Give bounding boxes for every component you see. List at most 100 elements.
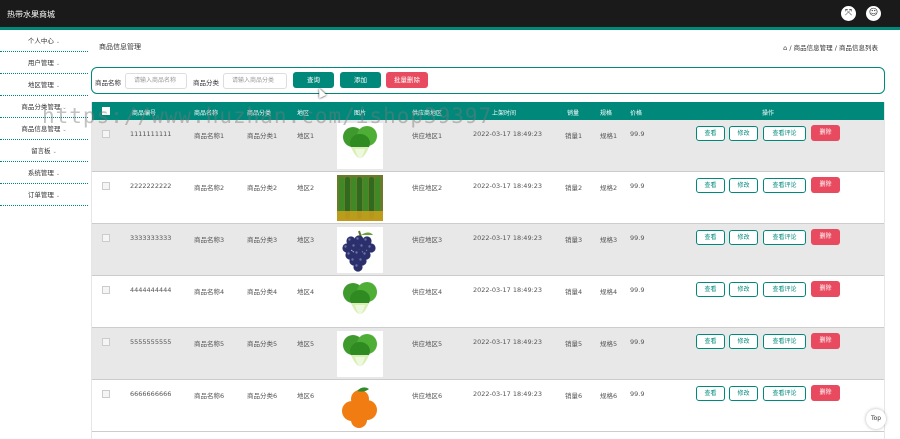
edit-button[interactable]: 修改 (729, 126, 758, 141)
row-checkbox[interactable] (102, 130, 110, 138)
table-row: 3333333333 商品名称3 商品分类3 地区3 供应地区3 2022-03-17 1… (92, 224, 884, 276)
sidebar-item-personal-center[interactable]: 个人中心 ⌄ (0, 30, 88, 52)
product-spec: 规格6 (600, 392, 618, 400)
product-image (337, 279, 383, 325)
view-comments-button[interactable]: 查看评论 (763, 126, 806, 141)
listed-time: 2022-03-17 18:49:23 (473, 182, 543, 190)
col-header[interactable]: 规格 (600, 108, 612, 117)
view-comments-button[interactable]: 查看评论 (763, 230, 806, 245)
product-price: 99.9 (630, 286, 645, 294)
view-button[interactable]: 查看 (696, 178, 725, 193)
product-category: 商品分类1 (247, 132, 278, 140)
batch-delete-button[interactable]: 批量删除 (386, 72, 428, 88)
product-price: 99.9 (630, 182, 645, 190)
view-comments-button[interactable]: 查看评论 (763, 386, 806, 401)
product-price: 99.9 (630, 390, 645, 398)
listed-time: 2022-03-17 18:49:23 (473, 234, 543, 242)
product-spec: 规格4 (600, 288, 618, 296)
chevron-down-icon: ⌄ (52, 149, 57, 155)
supplier-region: 供应地区2 (412, 184, 443, 192)
home-icon[interactable]: ⌂ (783, 44, 787, 52)
product-category: 商品分类4 (247, 288, 278, 296)
listed-time: 2022-03-17 18:49:23 (473, 338, 543, 346)
sidebar-item-label: 地区管理 (27, 81, 54, 89)
product-code: 4444444444 (130, 286, 172, 294)
product-price: 99.9 (630, 234, 645, 242)
product-region: 地区4 (297, 288, 315, 296)
view-button[interactable]: 查看 (696, 386, 725, 401)
product-region: 地区3 (297, 236, 315, 244)
row-checkbox[interactable] (102, 234, 110, 242)
product-price: 99.9 (630, 338, 645, 346)
product-name-input[interactable]: 请输入商品名称 (125, 73, 187, 89)
view-comments-button[interactable]: 查看评论 (763, 282, 806, 297)
view-comments-button[interactable]: 查看评论 (763, 334, 806, 349)
delete-button[interactable]: 删除 (811, 385, 840, 401)
product-region: 地区2 (297, 184, 315, 192)
view-button[interactable]: 查看 (696, 126, 725, 141)
sidebar-item-label: 留言板 (31, 147, 51, 155)
product-sales: 销量1 (565, 132, 583, 140)
listed-time: 2022-03-17 18:49:23 (473, 130, 543, 138)
product-region: 地区5 (297, 340, 315, 348)
delete-button[interactable]: 删除 (811, 333, 840, 349)
row-checkbox[interactable] (102, 182, 110, 190)
product-table: 商品编号 商品名称 商品分类 地区 图片 供应商地区 上架时间 销量 规格 价格… (91, 102, 885, 439)
view-button[interactable]: 查看 (696, 230, 725, 245)
edit-button[interactable]: 修改 (729, 178, 758, 193)
product-region: 地区6 (297, 392, 315, 400)
col-header[interactable]: 价格 (630, 108, 642, 117)
sidebar-item-regions[interactable]: 地区管理 ⌄ (0, 74, 88, 96)
sidebar-item-users[interactable]: 用户管理 ⌄ (0, 52, 88, 74)
edit-button[interactable]: 修改 (729, 334, 758, 349)
view-comments-button[interactable]: 查看评论 (763, 178, 806, 193)
edit-button[interactable]: 修改 (729, 386, 758, 401)
delete-button[interactable]: 删除 (811, 281, 840, 297)
listed-time: 2022-03-17 18:49:23 (473, 286, 543, 294)
product-category: 商品分类2 (247, 184, 278, 192)
sidebar-item-label: 个人中心 (27, 37, 54, 45)
product-spec: 规格2 (600, 184, 618, 192)
row-checkbox[interactable] (102, 338, 110, 346)
product-category: 商品分类3 (247, 236, 278, 244)
view-button[interactable]: 查看 (696, 282, 725, 297)
supplier-region: 供应地区4 (412, 288, 443, 296)
sidebar: 个人中心 ⌄ 用户管理 ⌄ 地区管理 ⌄ 商品分类管理 ⌄ 商品信息管理 ⌄ 留言板 ⌄ 系… (0, 30, 88, 439)
product-name: 商品名称4 (194, 288, 225, 296)
product-code: 6666666666 (130, 390, 172, 398)
row-checkbox[interactable] (102, 286, 110, 294)
supplier-region: 供应地区6 (412, 392, 443, 400)
col-header[interactable]: 上架时间 (492, 108, 516, 117)
add-button[interactable]: 添加 (340, 72, 381, 88)
product-image (337, 331, 383, 377)
app-title: 热带水果商城 (7, 10, 55, 19)
product-category-input[interactable]: 请输入商品分类 (223, 73, 287, 89)
sidebar-item-message-board[interactable]: 留言板 ⌄ (0, 140, 88, 162)
chevron-down-icon: ⌄ (55, 193, 61, 199)
view-button[interactable]: 查看 (696, 334, 725, 349)
fullscreen-icon[interactable]: ⤧ (841, 6, 856, 21)
supplier-region: 供应地区3 (412, 236, 443, 244)
product-name: 商品名称2 (194, 184, 225, 192)
sidebar-item-system[interactable]: 系统管理 ⌄ (0, 162, 88, 184)
edit-button[interactable]: 修改 (729, 230, 758, 245)
product-sales: 销量2 (565, 184, 583, 192)
edit-button[interactable]: 修改 (729, 282, 758, 297)
product-region: 地区1 (297, 132, 315, 140)
listed-time: 2022-03-17 18:49:23 (473, 390, 543, 398)
query-button[interactable]: 查询 (293, 72, 334, 88)
delete-button[interactable]: 删除 (811, 177, 840, 193)
watermark-text: https://www.huzhan.com/ishop39397 (42, 104, 493, 128)
col-header[interactable]: 销量 (567, 108, 579, 117)
breadcrumb-item[interactable]: 商品信息管理 (794, 44, 833, 52)
delete-button[interactable]: 删除 (811, 229, 840, 245)
sidebar-item-orders[interactable]: 订单管理 ⌄ (0, 184, 88, 206)
row-checkbox[interactable] (102, 390, 110, 398)
user-icon[interactable]: ☺ (866, 6, 881, 21)
back-to-top-button[interactable]: Top (866, 409, 886, 429)
delete-button[interactable]: 删除 (811, 125, 840, 141)
supplier-region: 供应地区1 (412, 132, 443, 140)
product-spec: 规格1 (600, 132, 618, 140)
product-code: 5555555555 (130, 338, 172, 346)
product-code: 1111111111 (130, 130, 172, 138)
